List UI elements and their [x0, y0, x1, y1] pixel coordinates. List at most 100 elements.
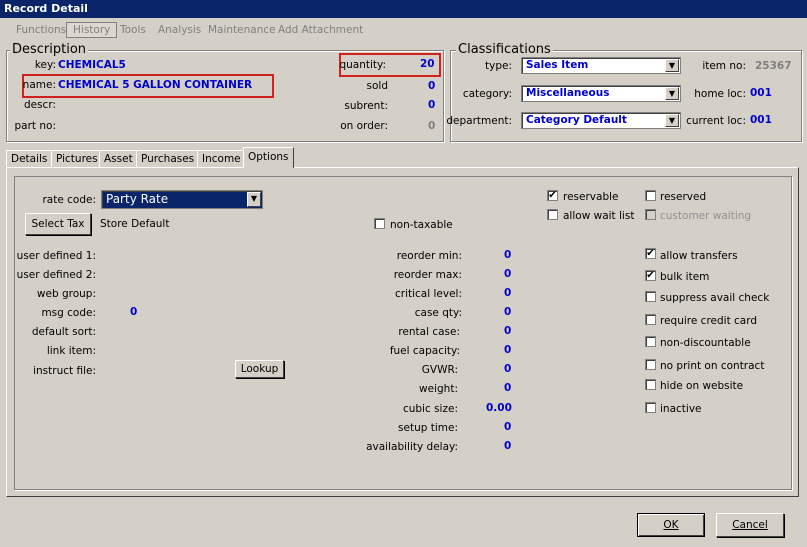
- msg-code-value[interactable]: 0: [130, 306, 137, 318]
- rental-case-value[interactable]: 0: [504, 325, 511, 337]
- name-value[interactable]: CHEMICAL 5 GALLON CONTAINER: [58, 79, 252, 91]
- reorder-min-label: reorder min:: [396, 250, 462, 262]
- default-sort-label: default sort:: [31, 326, 96, 338]
- critical-level-value[interactable]: 0: [504, 287, 511, 299]
- user-defined-1-label: user defined 1:: [16, 250, 96, 262]
- reorder-max-value[interactable]: 0: [504, 268, 511, 280]
- weight-value[interactable]: 0: [504, 382, 511, 394]
- current-loc-label: current loc:: [686, 115, 746, 127]
- non-taxable-checkbox[interactable]: [374, 218, 385, 229]
- subrent-value: 0: [428, 99, 436, 111]
- gvwr-value[interactable]: 0: [504, 363, 511, 375]
- user-defined-2-label: user defined 2:: [16, 269, 96, 281]
- rate-code-label: rate code:: [42, 194, 96, 206]
- department-label: department:: [446, 115, 512, 127]
- part-no-label: part no:: [14, 120, 57, 132]
- allow-transfers-label: allow transfers: [660, 250, 738, 262]
- on-order-label: on order:: [340, 120, 388, 132]
- suppress-avail-check-label: suppress avail check: [660, 292, 770, 304]
- weight-label: weight:: [419, 383, 458, 395]
- select-tax-button[interactable]: Select Tax: [25, 213, 91, 235]
- tab-options[interactable]: Options: [243, 147, 294, 168]
- quantity-value: 20: [420, 58, 435, 70]
- chevron-down-icon[interactable]: ▼: [665, 114, 679, 127]
- inactive-checkbox[interactable]: [645, 402, 656, 413]
- rate-code-select-value: Party Rate: [106, 192, 169, 206]
- case-qty-label: case qty:: [414, 307, 462, 319]
- require-credit-card-checkbox[interactable]: [645, 314, 656, 325]
- gvwr-label: GVWR:: [421, 364, 458, 376]
- reserved-label: reserved: [660, 191, 707, 203]
- bulk-item-label: bulk item: [660, 271, 710, 283]
- type-label: type:: [485, 60, 512, 72]
- cubic-size-value[interactable]: 0.00: [486, 402, 512, 414]
- type-select-value: Sales Item: [526, 59, 589, 71]
- menu-bar: Functions History Tools Analysis Mainten…: [0, 20, 807, 42]
- allow-wait-list-checkbox[interactable]: [547, 209, 558, 220]
- tax-value: Store Default: [100, 218, 170, 230]
- tab-details[interactable]: Details: [6, 150, 53, 167]
- type-select[interactable]: Sales Item ▼: [521, 57, 681, 74]
- descr-label: descr:: [23, 99, 56, 111]
- reserved-checkbox[interactable]: [645, 190, 656, 201]
- home-loc-label: home loc:: [694, 88, 746, 100]
- menu-functions[interactable]: Functions: [16, 24, 66, 36]
- reorder-min-value[interactable]: 0: [504, 249, 511, 261]
- suppress-avail-check-checkbox[interactable]: [645, 291, 656, 302]
- menu-tools[interactable]: Tools: [120, 24, 146, 36]
- menu-maintenance[interactable]: Maintenance: [208, 24, 276, 36]
- customer-waiting-label: customer waiting: [660, 210, 752, 222]
- chevron-down-icon[interactable]: ▼: [665, 59, 679, 72]
- non-taxable-label: non-taxable: [390, 219, 453, 231]
- tab-pictures[interactable]: Pictures: [51, 150, 103, 167]
- on-order-value: 0: [428, 120, 436, 132]
- menu-history[interactable]: History: [66, 22, 118, 38]
- web-group-label: web group:: [36, 288, 96, 300]
- hide-on-website-label: hide on website: [660, 380, 744, 392]
- reservable-checkbox[interactable]: ✔: [547, 190, 558, 201]
- chevron-down-icon[interactable]: ▼: [247, 192, 261, 207]
- ok-button-label: OK: [663, 519, 679, 531]
- cancel-button[interactable]: Cancel: [716, 513, 784, 537]
- allow-transfers-checkbox[interactable]: ✔: [645, 248, 656, 259]
- no-print-on-contract-checkbox[interactable]: [645, 359, 656, 370]
- customer-waiting-checkbox: [645, 209, 656, 220]
- sold-value: 0: [428, 80, 436, 92]
- fuel-capacity-label: fuel capacity:: [389, 345, 460, 357]
- menu-add-attachment[interactable]: Add Attachment: [278, 24, 363, 36]
- inactive-label: inactive: [660, 403, 702, 415]
- reservable-label: reservable: [563, 191, 619, 203]
- cubic-size-label: cubic size:: [402, 403, 458, 415]
- non-discountable-label: non-discountable: [660, 337, 751, 349]
- case-qty-value[interactable]: 0: [504, 306, 511, 318]
- key-label: key:: [34, 59, 56, 71]
- reorder-max-label: reorder max:: [393, 269, 462, 281]
- menu-analysis[interactable]: Analysis: [158, 24, 201, 36]
- department-select-value: Category Default: [526, 114, 627, 126]
- chevron-down-icon[interactable]: ▼: [665, 87, 679, 100]
- ok-button[interactable]: OK: [637, 513, 705, 537]
- hide-on-website-checkbox[interactable]: [645, 379, 656, 390]
- bulk-item-checkbox[interactable]: ✔: [645, 270, 656, 281]
- tab-purchases[interactable]: Purchases: [136, 150, 200, 167]
- item-no-label: item no:: [702, 60, 746, 72]
- key-value[interactable]: CHEMICAL5: [58, 59, 126, 71]
- lookup-button[interactable]: Lookup: [235, 360, 284, 378]
- setup-time-value[interactable]: 0: [504, 421, 511, 433]
- non-discountable-checkbox[interactable]: [645, 336, 656, 347]
- rate-code-select[interactable]: Party Rate ▼: [101, 190, 263, 209]
- category-select[interactable]: Miscellaneous ▼: [521, 85, 681, 102]
- home-loc-value: 001: [750, 87, 772, 99]
- department-select[interactable]: Category Default ▼: [521, 112, 681, 129]
- current-loc-value: 001: [750, 114, 772, 126]
- no-print-on-contract-label: no print on contract: [660, 360, 765, 372]
- name-label: name:: [22, 79, 56, 91]
- category-label: category:: [462, 88, 512, 100]
- item-no-value: 25367: [755, 60, 792, 72]
- tab-asset[interactable]: Asset: [99, 150, 138, 167]
- availability-delay-value[interactable]: 0: [504, 440, 511, 452]
- fuel-capacity-value[interactable]: 0: [504, 344, 511, 356]
- rental-case-label: rental case:: [398, 326, 460, 338]
- instruct-file-label: instruct file:: [33, 365, 96, 377]
- tab-income[interactable]: Income: [197, 150, 246, 167]
